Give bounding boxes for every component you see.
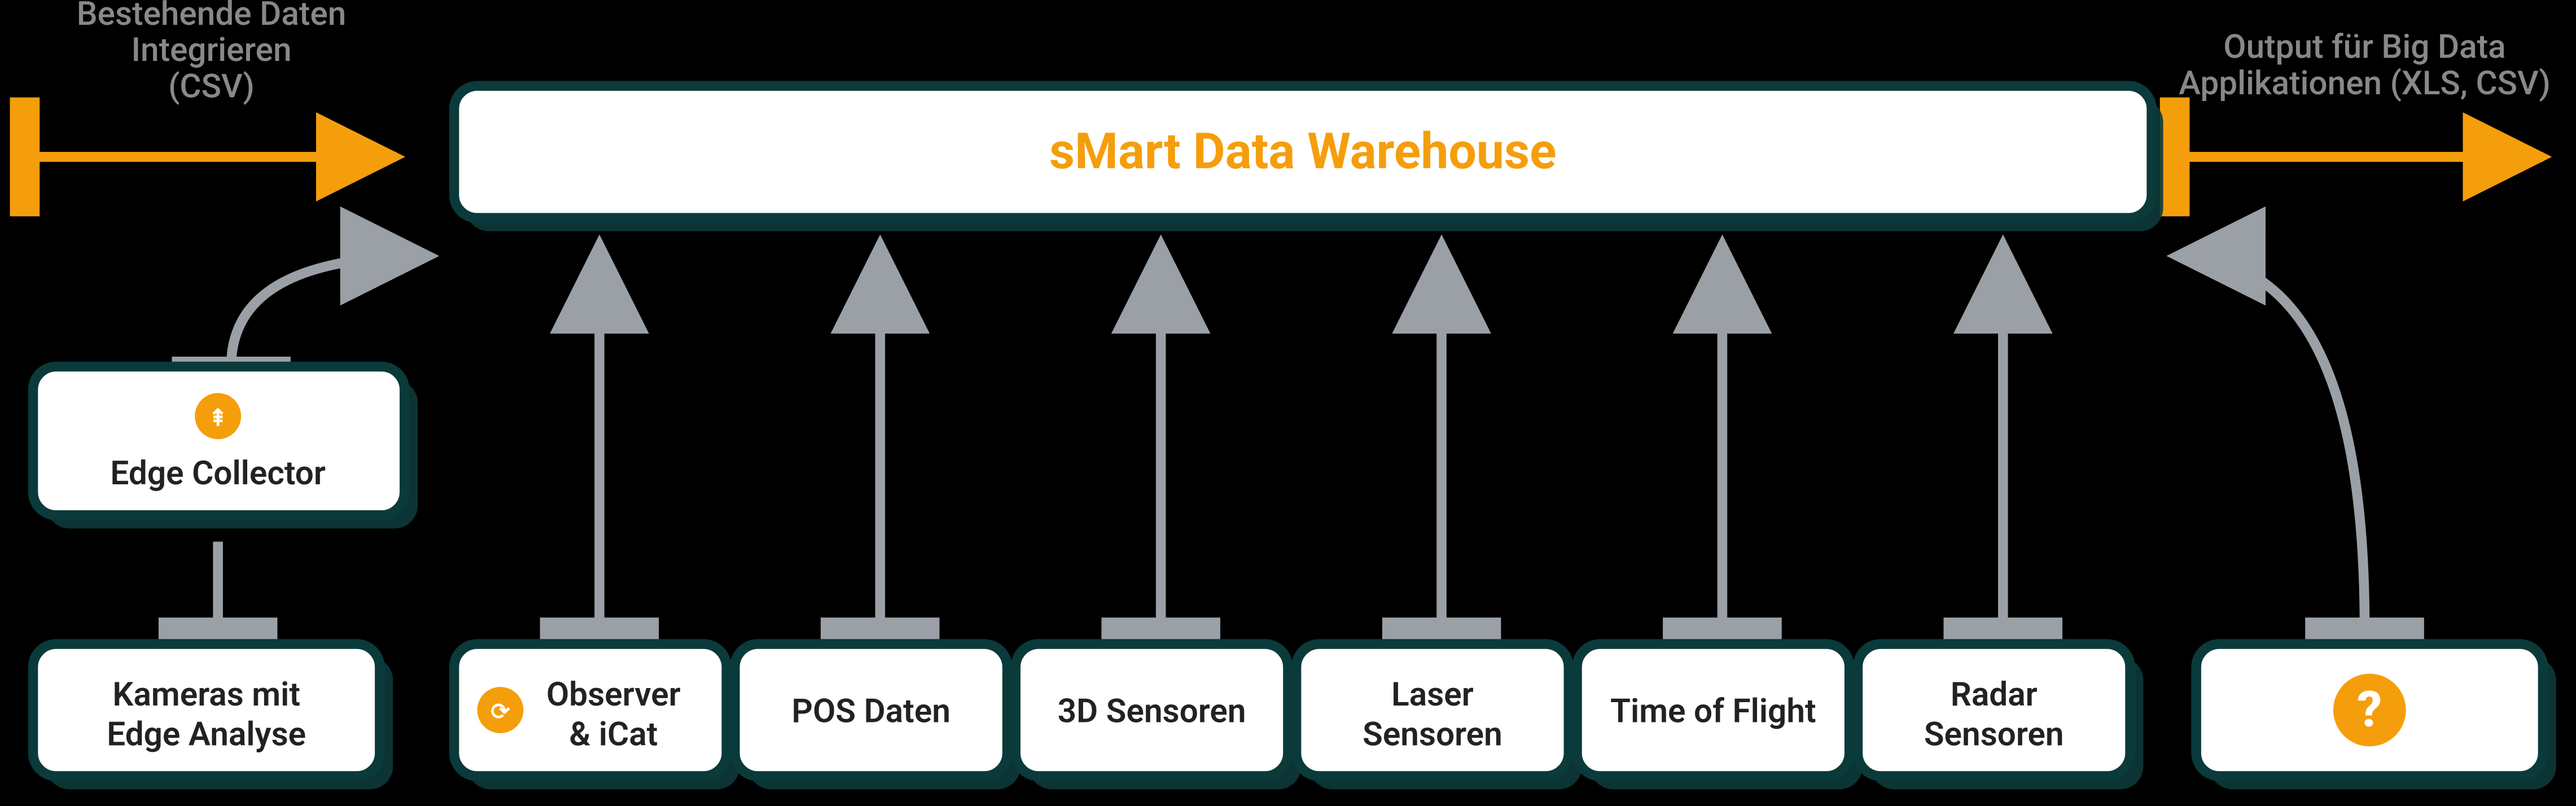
output-annotation: Output für Big Data Applikationen (XLS, … bbox=[2179, 28, 2551, 102]
warehouse-title: sMart Data Warehouse bbox=[1049, 123, 1556, 181]
warehouse-box: sMart Data Warehouse bbox=[454, 86, 2163, 231]
source-label-2: Sensoren bbox=[1924, 715, 2064, 754]
edge-collector-label: Edge Collector bbox=[110, 454, 326, 493]
unknown-to-warehouse-arrow bbox=[2176, 256, 2365, 627]
source-label: 3D Sensoren bbox=[1058, 692, 1246, 730]
source-arrows bbox=[599, 244, 2003, 628]
source-label: Time of Flight bbox=[1610, 692, 1816, 730]
source-label: Radar bbox=[1951, 676, 2038, 714]
source-box-unknown: ? bbox=[2196, 644, 2556, 789]
svg-text:Applikationen (XLS, CSV): Applikationen (XLS, CSV) bbox=[2179, 64, 2551, 103]
source-label: Kameras mit bbox=[112, 676, 300, 714]
edge-collector-to-warehouse-arrow bbox=[231, 256, 430, 366]
svg-text:Bestehende Daten: Bestehende Daten bbox=[77, 0, 347, 33]
source-label-2: & iCat bbox=[569, 715, 658, 754]
source-label: POS Daten bbox=[792, 692, 950, 730]
source-box-pos: POS Daten bbox=[735, 644, 1020, 789]
source-label-2: Sensoren bbox=[1363, 715, 1502, 754]
source-box-kameras: Kameras mitEdge Analyse bbox=[33, 644, 393, 789]
source-box-laser: LaserSensoren bbox=[1296, 644, 1582, 789]
svg-text:Output für Big Data: Output für Big Data bbox=[2223, 28, 2505, 66]
input-annotation: Bestehende Daten Integrieren (CSV) bbox=[77, 0, 347, 106]
source-box-3d: 3D Sensoren bbox=[1015, 644, 1301, 789]
source-label: Laser bbox=[1391, 676, 1474, 714]
source-label-2: Edge Analyse bbox=[107, 715, 306, 754]
svg-text:Integrieren: Integrieren bbox=[131, 31, 291, 69]
source-label: Observer bbox=[546, 676, 681, 714]
source-box-radar: RadarSensoren bbox=[1857, 644, 2143, 789]
source-box-observer: ⟳ Observer& iCat bbox=[454, 644, 740, 789]
svg-text:⟳: ⟳ bbox=[490, 698, 510, 725]
source-box-tof: Time of Flight bbox=[1577, 644, 1863, 789]
edge-collector-box: ⇞ Edge Collector bbox=[33, 366, 418, 528]
svg-text:⇞: ⇞ bbox=[208, 404, 227, 431]
svg-text:?: ? bbox=[2357, 681, 2382, 739]
svg-text:(CSV): (CSV) bbox=[168, 68, 255, 106]
